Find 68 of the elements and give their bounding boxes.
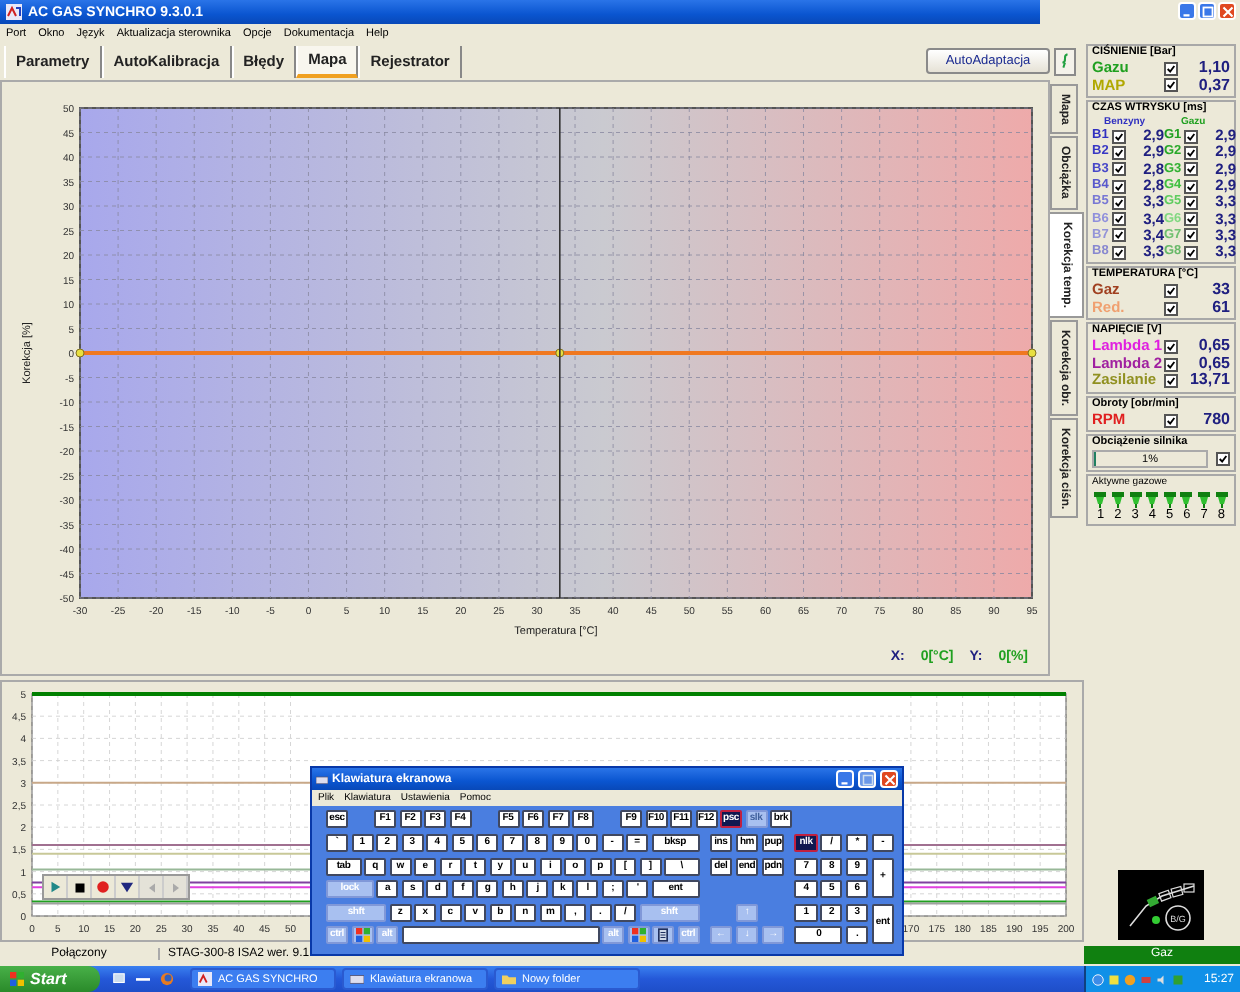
data-point[interactable] — [1027, 348, 1037, 358]
left-arrow-icon — [145, 881, 157, 893]
checkbox[interactable] — [1112, 228, 1126, 243]
reading-value: 780 — [1201, 411, 1230, 429]
data-point[interactable] — [75, 348, 85, 358]
minimize-button[interactable] — [836, 770, 854, 788]
flag-icon — [355, 928, 369, 942]
reading-value: 0,37 — [1196, 77, 1230, 94]
record-icon — [96, 880, 110, 894]
start-button[interactable]: Start — [0, 966, 100, 992]
checkbox[interactable] — [1112, 212, 1126, 227]
keyboard-icon — [316, 773, 328, 785]
checkbox[interactable] — [1164, 301, 1178, 316]
player-button[interactable] — [116, 876, 140, 898]
checkbox[interactable] — [1184, 179, 1198, 194]
keyboard-key[interactable] — [652, 926, 675, 944]
tool-button[interactable] — [1054, 47, 1076, 75]
stop-icon — [73, 881, 85, 893]
checkbox[interactable] — [1184, 129, 1198, 144]
squiggle-icon — [1060, 52, 1070, 70]
app-icon — [6, 4, 22, 20]
checkbox[interactable] — [1184, 228, 1198, 243]
reading-value: 0,65 — [1198, 355, 1230, 373]
minus-icon[interactable] — [136, 972, 150, 986]
checkbox[interactable] — [1184, 145, 1198, 160]
flag-icon — [631, 928, 646, 942]
checkbox[interactable] — [1216, 452, 1230, 467]
checkbox[interactable] — [1164, 61, 1178, 76]
checkbox[interactable] — [1184, 212, 1198, 227]
checkbox[interactable] — [1112, 145, 1126, 160]
checkbox[interactable] — [1112, 162, 1126, 177]
close-button[interactable] — [880, 770, 898, 788]
reading-value: 1,10 — [1196, 60, 1230, 77]
checkbox[interactable] — [1164, 374, 1178, 389]
checkbox[interactable] — [1184, 162, 1198, 177]
menu-icon — [658, 928, 669, 942]
right-arrow-icon — [169, 881, 181, 893]
checkbox[interactable] — [1184, 195, 1198, 210]
reading-value: 61 — [1210, 299, 1230, 317]
reading-value: 0,65 — [1196, 338, 1230, 356]
close-button[interactable] — [1218, 2, 1236, 20]
close-icon — [1221, 5, 1233, 17]
close-icon — [883, 773, 895, 785]
app-icon — [198, 972, 212, 986]
checkbox[interactable] — [1112, 179, 1126, 194]
down-triangle-icon — [120, 880, 134, 894]
desktop-icon[interactable] — [112, 972, 126, 986]
checkbox[interactable] — [1112, 129, 1126, 144]
reading-value: 33 — [1210, 282, 1230, 300]
flag-icon — [10, 972, 24, 986]
maximize-icon — [1201, 5, 1213, 17]
keyboard-key[interactable] — [401, 926, 600, 944]
minimize-button[interactable] — [1178, 2, 1196, 20]
keyboard-icon — [350, 972, 364, 986]
checkbox[interactable] — [1164, 284, 1178, 299]
folder-icon — [502, 972, 516, 986]
maximize-icon — [861, 773, 873, 785]
checkbox[interactable] — [1184, 245, 1198, 260]
data-point[interactable] — [555, 348, 565, 358]
maximize-button[interactable] — [858, 770, 876, 788]
checkbox[interactable] — [1164, 78, 1178, 93]
checkbox[interactable] — [1164, 357, 1178, 372]
checkbox[interactable] — [1112, 245, 1126, 260]
checkbox[interactable] — [1164, 340, 1178, 355]
play-icon — [48, 880, 62, 894]
checkbox[interactable] — [1164, 413, 1178, 428]
checkbox[interactable] — [1112, 195, 1126, 210]
reading-value: 13,71 — [1187, 372, 1230, 390]
